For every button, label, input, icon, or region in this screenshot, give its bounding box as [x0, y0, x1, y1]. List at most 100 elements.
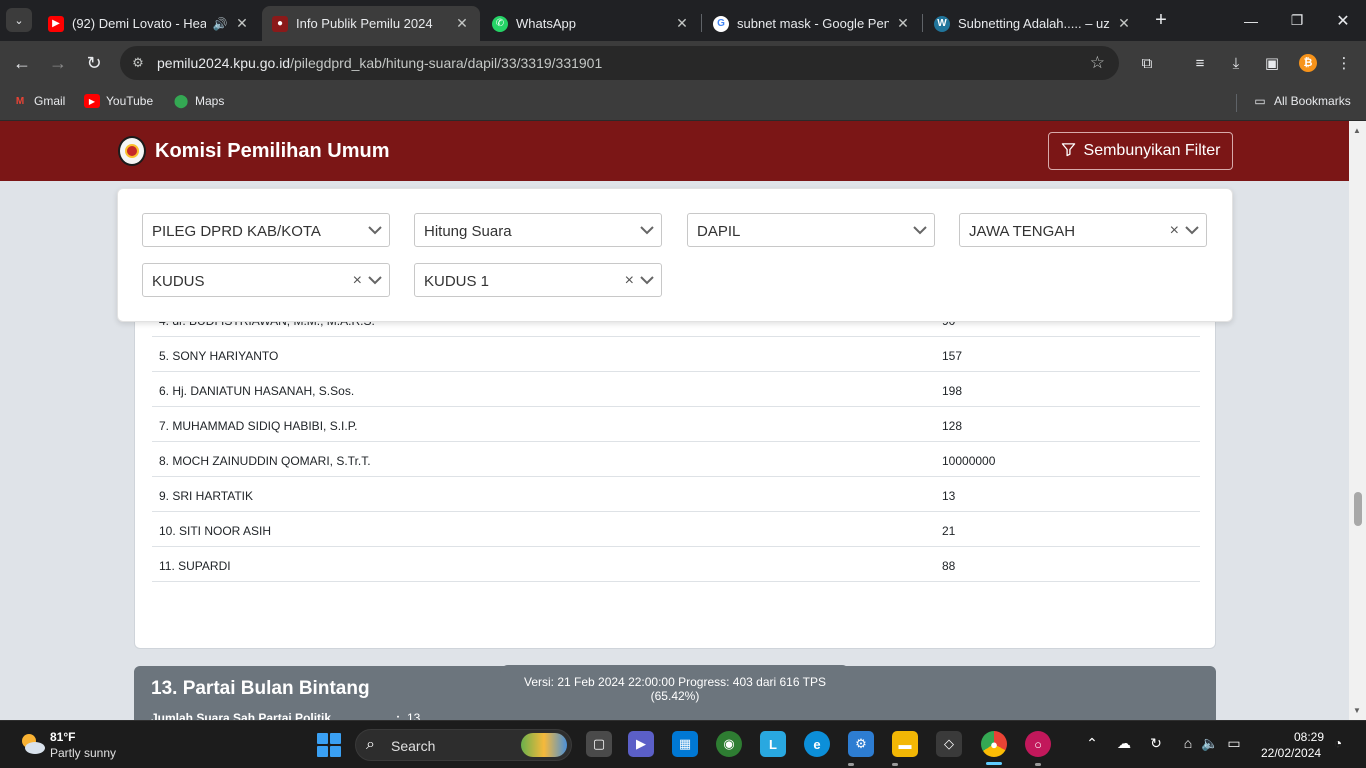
network-icon[interactable]: ⌂	[1178, 735, 1198, 751]
candidate-votes: 198	[942, 384, 963, 398]
candidate-votes: 128	[942, 419, 963, 433]
windows-taskbar: 81°F Partly sunny ⌕ Search ▢ ▶ ▦ ◉ L e ⚙…	[0, 720, 1366, 768]
bookmark-label: All Bookmarks	[1274, 94, 1351, 108]
bookmark-star-icon[interactable]: ☆	[1090, 53, 1105, 73]
candidate-votes: 88	[942, 559, 956, 573]
candidate-name: 11. SUPARDI	[159, 559, 231, 573]
tab-info-publik[interactable]: ● Info Publik Pemilu 2024 ✕	[262, 6, 480, 41]
province-select[interactable]: JAWA TENGAH ×	[959, 213, 1207, 247]
weather-temperature[interactable]: 81°F	[50, 730, 75, 744]
chevron-down-icon	[1185, 226, 1199, 235]
notification-icon[interactable]: ◔	[1328, 735, 1348, 751]
back-button[interactable]: ←	[10, 51, 34, 75]
opera-gx-icon[interactable]: ○	[1025, 731, 1051, 757]
tab-subnetting[interactable]: W Subnetting Adalah..... – uzlio ✕	[924, 6, 1142, 41]
bitcoin-extension-icon[interactable]: ₿	[1297, 52, 1319, 74]
clock-time[interactable]: 08:29	[1294, 730, 1324, 744]
url-text[interactable]: pemilu2024.kpu.go.id/pilegdprd_kab/hitun…	[157, 55, 602, 71]
bookmarks-separator	[1236, 94, 1237, 112]
url-host: pemilu2024.kpu.go.id	[157, 55, 291, 71]
start-button[interactable]	[317, 733, 341, 757]
site-info-icon[interactable]: ⚙	[130, 55, 146, 71]
close-icon[interactable]: ✕	[234, 15, 250, 32]
tab-search-button[interactable]: ⌄	[6, 8, 32, 32]
chrome-icon[interactable]: ●	[981, 731, 1007, 757]
download-icon[interactable]: ⤓	[1225, 52, 1247, 74]
youtube-icon: ▶	[84, 94, 100, 108]
control-panel-icon[interactable]: ⚙	[848, 731, 874, 757]
search-label: Search	[391, 738, 436, 754]
side-panel-icon[interactable]: ▣	[1261, 52, 1283, 74]
party-title: 13. Partai Bulan Bintang	[151, 678, 370, 699]
restore-button[interactable]: ❐	[1274, 0, 1320, 41]
minimize-button[interactable]: —	[1228, 0, 1274, 41]
clear-icon[interactable]: ×	[625, 273, 634, 289]
candidate-name: 10. SITI NOOR ASIH	[159, 524, 272, 538]
scroll-down-arrow[interactable]: ▼	[1353, 706, 1361, 715]
scroll-thumb[interactable]	[1354, 492, 1362, 526]
chevron-up-icon[interactable]: ⌃	[1082, 735, 1102, 752]
bookmark-youtube[interactable]: ▶ YouTube	[84, 94, 153, 108]
page-scrollbar[interactable]: ▲ ▼	[1349, 121, 1366, 720]
media-control-icon[interactable]: ≡	[1189, 52, 1211, 74]
3d-app-icon[interactable]: ◇	[936, 731, 962, 757]
regency-select[interactable]: KUDUS ×	[142, 263, 390, 297]
browser-toolbar: ← → ↻ ⚙ pemilu2024.kpu.go.id/pilegdprd_k…	[0, 41, 1366, 85]
kpu-favicon: ●	[272, 15, 288, 32]
candidate-row: 9. SRI HARTATIK 13	[152, 477, 1200, 512]
partly-sunny-icon[interactable]	[18, 731, 46, 757]
battery-icon[interactable]: ▭	[1224, 735, 1244, 752]
bookmark-gmail[interactable]: M Gmail	[12, 94, 66, 108]
extensions-icon[interactable]: ⧉	[1136, 52, 1158, 74]
volume-icon[interactable]: 🔈	[1200, 735, 1220, 752]
speaker-icon[interactable]: 🔊	[212, 17, 228, 31]
clock-date[interactable]: 22/02/2024	[1261, 746, 1321, 760]
selected-value: PILEG DPRD KAB/KOTA	[152, 223, 321, 240]
sync-icon[interactable]: ↻	[1146, 735, 1166, 752]
close-icon[interactable]: ✕	[1116, 15, 1132, 32]
close-icon[interactable]: ✕	[895, 15, 911, 32]
hide-filter-label: Sembunyikan Filter	[1083, 142, 1221, 159]
address-bar[interactable]: ⚙ pemilu2024.kpu.go.id/pilegdprd_kab/hit…	[120, 46, 1119, 80]
chevron-down-icon	[368, 276, 382, 285]
active-app-indicator	[986, 762, 1002, 765]
taskbar-search[interactable]: ⌕ Search	[355, 729, 572, 761]
weather-description[interactable]: Partly sunny	[50, 746, 116, 760]
election-type-select[interactable]: PILEG DPRD KAB/KOTA	[142, 213, 390, 247]
site-title[interactable]: Komisi Pemilihan Umum	[155, 140, 390, 163]
gmail-icon: M	[15, 95, 25, 107]
file-explorer-icon[interactable]: ▬	[892, 731, 918, 757]
close-window-button[interactable]: ✕	[1320, 0, 1366, 41]
scroll-up-arrow[interactable]: ▲	[1353, 126, 1361, 135]
close-icon[interactable]: ✕	[674, 15, 690, 32]
bookmark-maps[interactable]: ⬤ Maps	[173, 93, 225, 108]
candidate-name: 6. Hj. DANIATUN HASANAH, S.Sos.	[159, 384, 355, 398]
tab-youtube[interactable]: ▶ (92) Demi Lovato - Heart 🔊 ✕	[38, 6, 260, 41]
reload-button[interactable]: ↻	[82, 51, 106, 75]
store-icon[interactable]: ▦	[672, 731, 698, 757]
clear-icon[interactable]: ×	[353, 273, 362, 289]
clear-icon[interactable]: ×	[1170, 223, 1179, 239]
tab-whatsapp[interactable]: ✆ WhatsApp ✕	[482, 6, 700, 41]
tab-separator	[701, 14, 702, 32]
new-tab-button[interactable]: +	[1150, 9, 1172, 32]
level-select[interactable]: DAPIL	[687, 213, 935, 247]
task-view-icon[interactable]: ▢	[586, 731, 612, 757]
close-icon[interactable]: ✕	[454, 15, 470, 32]
forward-button[interactable]: →	[46, 51, 70, 75]
kpu-logo[interactable]	[118, 136, 146, 166]
data-type-select[interactable]: Hitung Suara	[414, 213, 662, 247]
teams-icon[interactable]: ▶	[628, 731, 654, 757]
menu-icon[interactable]: ⋮	[1333, 52, 1355, 74]
hide-filter-button[interactable]: Sembunyikan Filter	[1048, 132, 1233, 170]
l-app-icon[interactable]: L	[760, 731, 786, 757]
candidate-row: 11. SUPARDI 88	[152, 547, 1200, 582]
search-highlight-image	[521, 733, 567, 757]
bookmark-label: Maps	[195, 94, 225, 108]
all-bookmarks-button[interactable]: ▭ All Bookmarks	[1252, 94, 1351, 108]
globe-app-icon[interactable]: ◉	[716, 731, 742, 757]
onedrive-icon[interactable]: ☁	[1114, 735, 1134, 752]
district-select[interactable]: KUDUS 1 ×	[414, 263, 662, 297]
edge-icon[interactable]: e	[804, 731, 830, 757]
tab-google-search[interactable]: G subnet mask - Google Penel ✕	[703, 6, 921, 41]
